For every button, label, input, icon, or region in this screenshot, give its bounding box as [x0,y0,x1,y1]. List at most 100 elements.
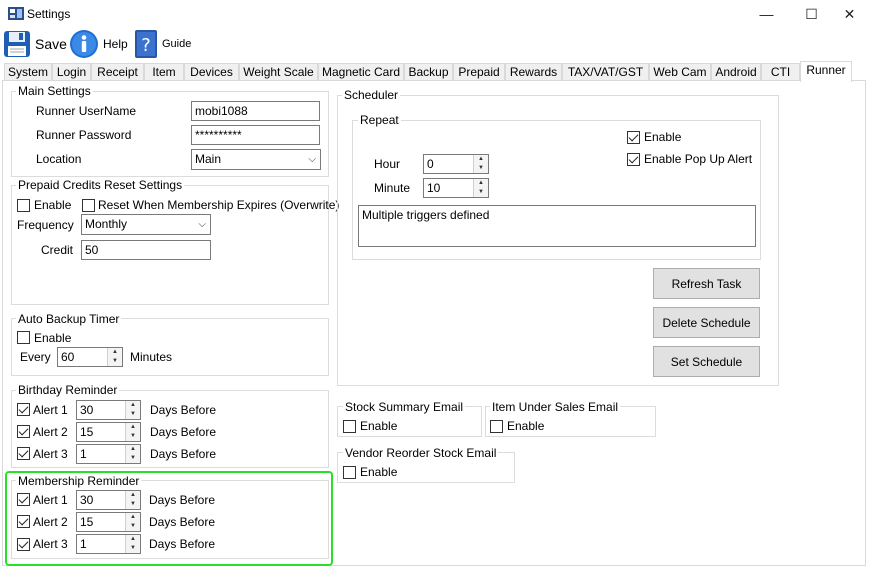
every-minutes-spinner[interactable]: 60 ▲ ▼ [57,347,123,367]
birthday-alert-1-checkbox[interactable] [17,403,30,416]
tab-receipt[interactable]: Receipt [91,63,144,81]
membership-alert-1-checkbox[interactable] [17,493,30,506]
auto-backup-enable-checkbox[interactable] [17,331,30,344]
prepaid-enable-checkbox[interactable] [17,199,30,212]
spinner-buttons[interactable]: ▲ ▼ [125,491,140,509]
spin-down-icon[interactable]: ▼ [108,357,122,366]
runner-password-input[interactable]: ********** [191,125,320,145]
spin-down-icon[interactable]: ▼ [126,522,140,531]
birthday-alert-2-spinner[interactable]: 15 ▲ ▼ [76,422,141,442]
vendor-reorder-enable-checkbox[interactable] [343,466,356,479]
tab-magnetic-card[interactable]: Magnetic Card [318,63,404,81]
spin-down-icon[interactable]: ▼ [126,500,140,509]
tab-rewards[interactable]: Rewards [505,63,562,81]
stock-summary-enable-checkbox[interactable] [343,420,356,433]
spinner-buttons[interactable]: ▲ ▼ [473,155,488,173]
triggers-text: Multiple triggers defined [362,208,490,222]
close-button[interactable]: ✕ [827,0,870,28]
membership-alert-1-spinner[interactable]: 30 ▲ ▼ [76,490,141,510]
minute-spinner[interactable]: 10 ▲ ▼ [423,178,489,198]
set-schedule-button[interactable]: Set Schedule [653,346,760,377]
spin-down-icon[interactable]: ▼ [474,164,488,173]
minimize-button[interactable]: — [744,0,789,28]
spinner-buttons[interactable]: ▲ ▼ [125,513,140,531]
membership-alert-1-value: 30 [80,493,94,507]
spin-down-icon[interactable]: ▼ [126,544,140,553]
tab-item[interactable]: Item [144,63,184,81]
delete-schedule-button[interactable]: Delete Schedule [653,307,760,338]
save-button[interactable]: Save [3,28,67,60]
auto-backup-enable-label: Enable [34,331,72,345]
tab-devices[interactable]: Devices [184,63,239,81]
birthday-alert-1-value: 30 [80,403,94,417]
spin-up-icon[interactable]: ▲ [126,513,140,522]
tab-backup[interactable]: Backup [404,63,453,81]
spinner-buttons[interactable]: ▲ ▼ [107,348,122,366]
refresh-task-button[interactable]: Refresh Task [653,268,760,299]
location-select[interactable]: Main ⌵ [191,149,321,170]
birthday-alert-2-checkbox[interactable] [17,425,30,438]
triggers-textbox[interactable]: Multiple triggers defined [358,205,756,247]
spin-down-icon[interactable]: ▼ [126,410,140,419]
reset-on-expiry-checkbox[interactable] [82,199,95,212]
membership-alert-2-spinner[interactable]: 15 ▲ ▼ [76,512,141,532]
tab-runner[interactable]: Runner [800,61,852,82]
hour-value: 0 [427,157,434,171]
vendor-reorder-enable-label: Enable [360,465,398,479]
spinner-buttons[interactable]: ▲ ▼ [473,179,488,197]
guide-book-icon: ? [135,30,157,58]
spin-down-icon[interactable]: ▼ [126,454,140,463]
birthday-alert-1-spinner[interactable]: 30 ▲ ▼ [76,400,141,420]
scheduler-enable-label: Enable [644,130,682,144]
help-button[interactable]: Help [69,28,128,60]
frequency-select[interactable]: Monthly ⌵ [81,214,211,235]
tab-web-cam[interactable]: Web Cam [649,63,711,81]
birthday-alert-3-value: 1 [80,447,87,461]
membership-alert-3-checkbox[interactable] [17,538,30,551]
tab-login[interactable]: Login [52,63,91,81]
stock-summary-enable-label: Enable [360,419,398,433]
help-label: Help [103,37,128,51]
scheduler-enable-checkbox[interactable] [627,131,640,144]
frequency-value: Monthly [85,217,128,231]
tab-system[interactable]: System [4,63,52,81]
spin-down-icon[interactable]: ▼ [474,188,488,197]
birthday-alert-2-label: Alert 2 [33,425,68,439]
birthday-reminder-title: Birthday Reminder [16,383,120,397]
credit-input[interactable]: 50 [81,240,211,260]
spin-up-icon[interactable]: ▲ [108,348,122,357]
spin-down-icon[interactable]: ▼ [126,432,140,441]
location-label: Location [36,152,82,166]
spinner-buttons[interactable]: ▲ ▼ [125,423,140,441]
stock-summary-title: Stock Summary Email [343,400,466,414]
spinner-buttons[interactable]: ▲ ▼ [125,401,140,419]
runner-username-input[interactable]: mobi1088 [191,101,320,121]
every-value: 60 [61,350,75,364]
membership-alert-3-spinner[interactable]: 1 ▲ ▼ [76,534,141,554]
spinner-buttons[interactable]: ▲ ▼ [125,535,140,553]
tab-cti[interactable]: CTI [761,63,800,81]
membership-alert-2-checkbox[interactable] [17,515,30,528]
spinner-buttons[interactable]: ▲ ▼ [125,445,140,463]
popup-alert-label: Enable Pop Up Alert [644,152,753,166]
tab-tax-vat-gst[interactable]: TAX/VAT/GST [562,63,649,81]
tab-weight-scale[interactable]: Weight Scale [239,63,318,81]
spin-up-icon[interactable]: ▲ [474,155,488,164]
birthday-alert-3-checkbox[interactable] [17,447,30,460]
hour-spinner[interactable]: 0 ▲ ▼ [423,154,489,174]
spin-up-icon[interactable]: ▲ [126,401,140,410]
popup-alert-checkbox[interactable] [627,153,640,166]
spin-up-icon[interactable]: ▲ [126,445,140,454]
tab-android[interactable]: Android [711,63,761,81]
toolbar: Save Help ? Guide [0,28,870,60]
spin-up-icon[interactable]: ▲ [474,179,488,188]
spin-up-icon[interactable]: ▲ [126,423,140,432]
spin-up-icon[interactable]: ▲ [126,491,140,500]
tab-prepaid[interactable]: Prepaid [453,63,505,81]
birthday-alert-3-spinner[interactable]: 1 ▲ ▼ [76,444,141,464]
main-settings-title: Main Settings [16,84,93,98]
chevron-down-icon: ⌵ [308,154,316,165]
spin-up-icon[interactable]: ▲ [126,535,140,544]
item-under-sales-enable-checkbox[interactable] [490,420,503,433]
guide-button[interactable]: ? Guide [134,28,191,60]
